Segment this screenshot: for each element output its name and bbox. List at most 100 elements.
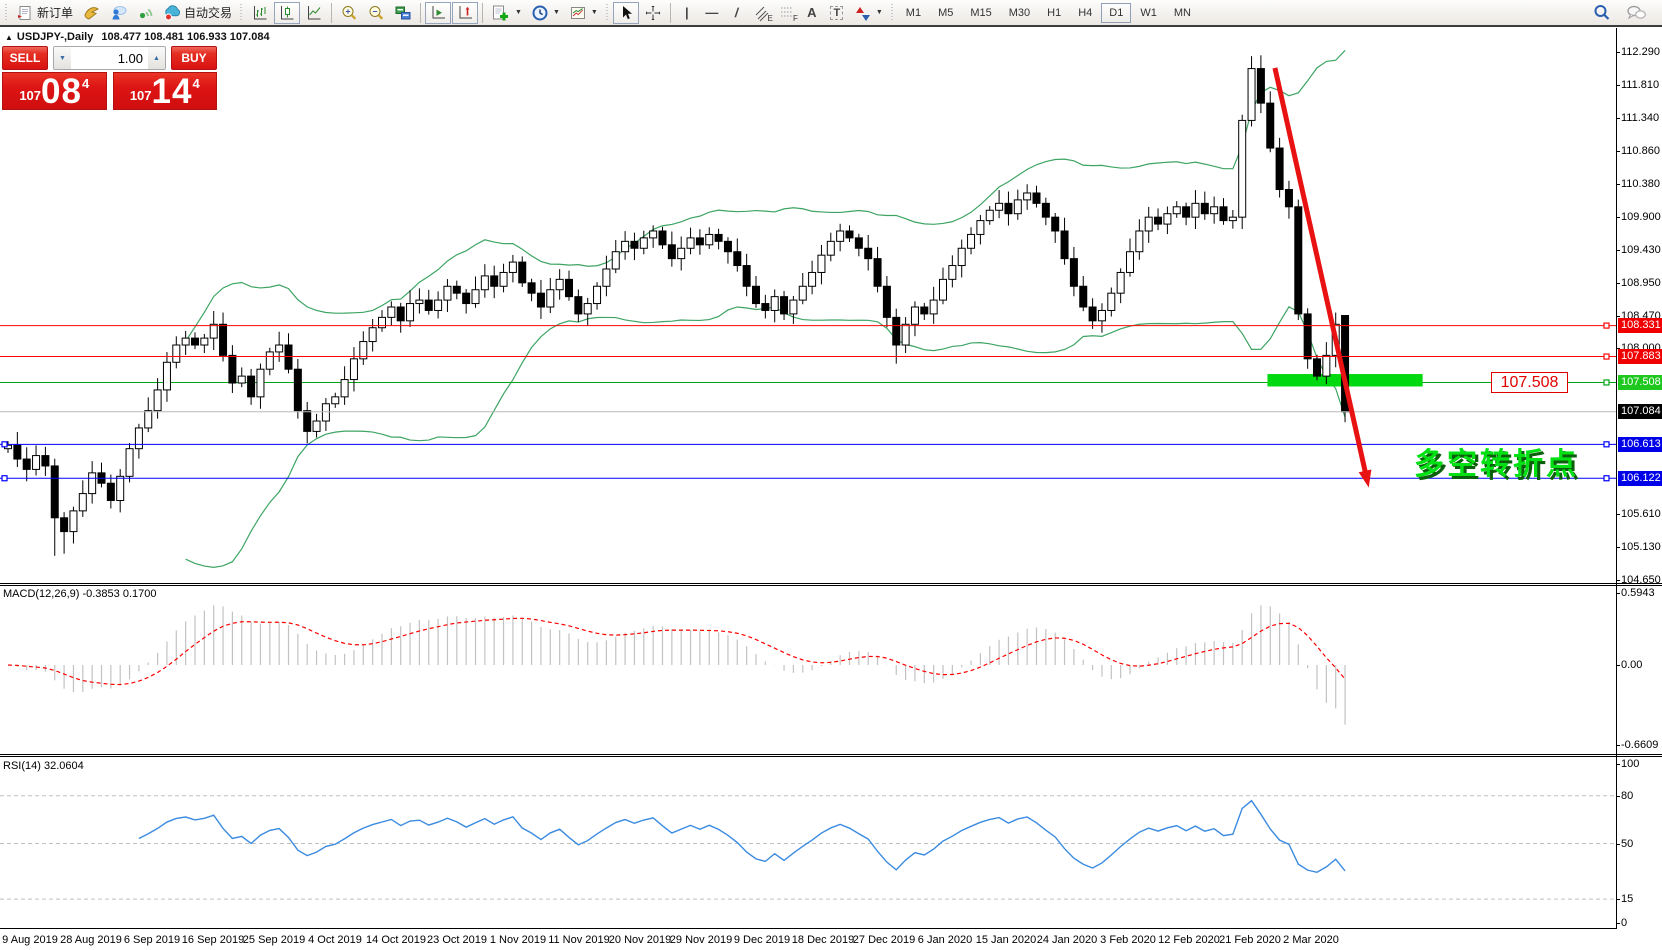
- ohlc-values: 108.477 108.481 106.933 107.084: [101, 31, 269, 43]
- trendline-button[interactable]: /: [725, 2, 749, 24]
- rsi-canvas[interactable]: [0, 757, 1616, 929]
- timeframe-m15[interactable]: M15: [962, 3, 999, 23]
- sell-button[interactable]: SELL: [2, 46, 48, 70]
- clock-icon: [531, 4, 549, 22]
- community-button[interactable]: [105, 2, 131, 24]
- timeframe-m5[interactable]: M5: [930, 3, 961, 23]
- timeframe-m30[interactable]: M30: [1001, 3, 1038, 23]
- price-level-callout[interactable]: 107.508: [1491, 372, 1568, 393]
- collapse-icon[interactable]: ▲: [5, 33, 13, 42]
- trend-arrow[interactable]: [1275, 68, 1365, 472]
- search-button[interactable]: [1588, 2, 1616, 24]
- volume-value[interactable]: 1.00: [71, 47, 148, 69]
- toolbar-grip[interactable]: [890, 4, 895, 22]
- auto-scroll-button[interactable]: [425, 2, 451, 24]
- indicators-button[interactable]: ▼: [487, 2, 526, 24]
- vertical-line-button[interactable]: |: [675, 2, 699, 24]
- chat-button[interactable]: [1622, 2, 1652, 24]
- line-handle[interactable]: [2, 442, 7, 447]
- date-label: 27 Dec 2019: [853, 934, 915, 946]
- date-label: 6 Sep 2019: [124, 934, 180, 946]
- price-tick-label: 105.130: [1621, 540, 1661, 554]
- horizontal-line-button[interactable]: —: [700, 2, 724, 24]
- cursor-button[interactable]: [613, 2, 639, 24]
- candlestick-chart-button[interactable]: [274, 2, 300, 24]
- templates-dropdown[interactable]: ▼: [591, 9, 598, 16]
- mt4-terminal: 新订单 自动交易: [0, 0, 1662, 950]
- rsi-line: [139, 801, 1345, 873]
- timeframe-h1[interactable]: H1: [1039, 3, 1069, 23]
- turning-point-annotation[interactable]: 多空转折点: [1414, 439, 1579, 483]
- volume-decrease-button[interactable]: ▼: [54, 47, 71, 69]
- channel-letter: E: [768, 14, 773, 23]
- main-chart-canvas[interactable]: [0, 28, 1616, 584]
- tile-windows-button[interactable]: [390, 2, 416, 24]
- community-icon: [109, 4, 127, 22]
- price-tick-label: 109.430: [1621, 243, 1661, 257]
- price-tick-label: 112.290: [1621, 45, 1660, 59]
- search-icon: [1592, 3, 1612, 23]
- line-chart-button[interactable]: [301, 2, 327, 24]
- timeframe-group: M1M5M15M30H1H4D1W1MN: [898, 3, 1199, 23]
- buy-button[interactable]: BUY: [171, 46, 217, 70]
- buy-price-point: 4: [192, 76, 199, 91]
- vertical-line-icon: |: [685, 5, 689, 20]
- text-label-icon: T: [830, 6, 843, 20]
- timeframe-w1[interactable]: W1: [1132, 3, 1165, 23]
- fibonacci-button[interactable]: F: [775, 2, 799, 24]
- toolbar-grip[interactable]: [4, 4, 9, 22]
- price-tick-label: 109.900: [1621, 210, 1661, 224]
- crosshair-button[interactable]: [640, 2, 666, 24]
- toolbar-grip[interactable]: [239, 4, 244, 22]
- price-level-badge: 106.613: [1618, 437, 1662, 452]
- fibonacci-letter: F: [793, 14, 798, 23]
- templates-button[interactable]: ▼: [565, 2, 602, 24]
- bar-chart-button[interactable]: [247, 2, 273, 24]
- date-axis[interactable]: 9 Aug 201928 Aug 20196 Sep 201916 Sep 20…: [0, 930, 1662, 950]
- periods-dropdown[interactable]: ▼: [553, 9, 560, 16]
- arrows-dropdown[interactable]: ▼: [876, 9, 883, 16]
- timeframe-mn[interactable]: MN: [1166, 3, 1199, 23]
- chart-window[interactable]: ▲USDJPY-,Daily108.477 108.481 106.933 10…: [0, 27, 1662, 950]
- volume-increase-button[interactable]: ▲: [148, 47, 165, 69]
- date-label: 15 Jan 2020: [976, 934, 1037, 946]
- toolbar-grip[interactable]: [605, 4, 610, 22]
- price-tick-label: 105.610: [1621, 507, 1661, 521]
- line-handle[interactable]: [1604, 442, 1609, 447]
- text-label-button[interactable]: T: [825, 2, 849, 24]
- date-label: 20 Nov 2019: [609, 934, 671, 946]
- price-level-badge: 107.508: [1618, 375, 1662, 390]
- zoom-in-button[interactable]: [336, 2, 362, 24]
- line-handle[interactable]: [1604, 380, 1609, 385]
- line-handle[interactable]: [1604, 323, 1609, 328]
- arrows-icon: [854, 4, 872, 22]
- buy-price-box[interactable]: 107144: [113, 72, 218, 110]
- timeframe-m1[interactable]: M1: [898, 3, 929, 23]
- periods-button[interactable]: ▼: [527, 2, 564, 24]
- mql5-button[interactable]: [78, 2, 104, 24]
- date-label: 9 Dec 2019: [734, 934, 790, 946]
- volume-spinner: ▼ 1.00 ▲: [53, 46, 166, 70]
- date-label: 1 Nov 2019: [490, 934, 546, 946]
- equidistant-channel-button[interactable]: E: [750, 2, 774, 24]
- timeframe-h4[interactable]: H4: [1070, 3, 1100, 23]
- sell-price-box[interactable]: 107084: [2, 72, 107, 110]
- zoom-out-button[interactable]: [363, 2, 389, 24]
- line-handle[interactable]: [1604, 354, 1609, 359]
- line-handle[interactable]: [1604, 476, 1609, 481]
- macd-canvas[interactable]: [0, 586, 1616, 754]
- indicators-dropdown[interactable]: ▼: [515, 9, 522, 16]
- text-button[interactable]: A: [800, 2, 824, 24]
- candlesticks[interactable]: [5, 55, 1349, 555]
- line-handle[interactable]: [2, 476, 7, 481]
- arrows-button[interactable]: ▼: [850, 2, 887, 24]
- timeframe-d1[interactable]: D1: [1101, 3, 1131, 23]
- date-label: 4 Oct 2019: [308, 934, 362, 946]
- price-axis[interactable]: 112.290111.810111.340110.860110.380109.9…: [1617, 27, 1662, 932]
- horizontal-line-icon: —: [705, 5, 718, 20]
- autotrading-button[interactable]: 自动交易: [159, 2, 236, 24]
- signals-button[interactable]: [132, 2, 158, 24]
- new-order-button[interactable]: 新订单: [12, 2, 77, 24]
- chart-shift-button[interactable]: [452, 2, 478, 24]
- date-label: 12 Feb 2020: [1158, 934, 1220, 946]
